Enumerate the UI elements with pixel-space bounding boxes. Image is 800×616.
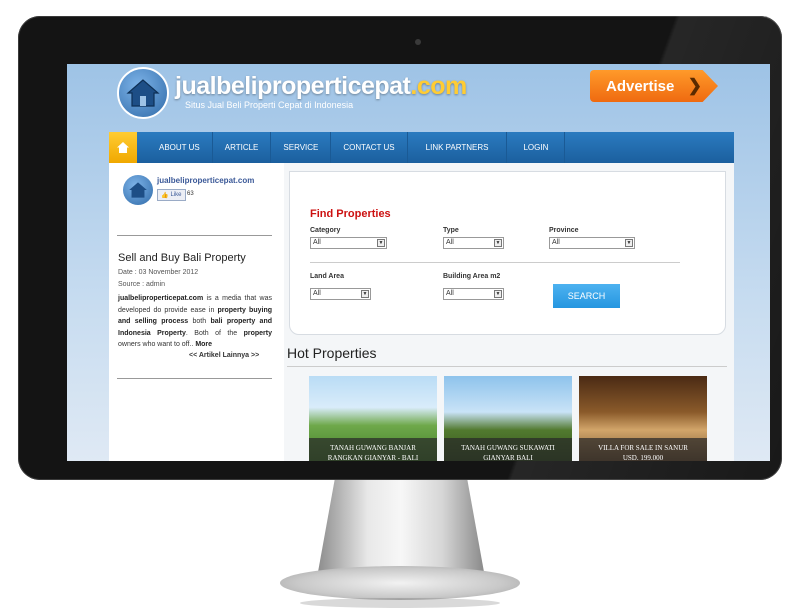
- post-excerpt: jualbeliproperticepat.com is a media tha…: [118, 295, 272, 348]
- nav-article[interactable]: ARTICLE: [213, 132, 272, 163]
- building-area-label: Building Area m2: [443, 273, 501, 280]
- type-label: Type: [443, 227, 459, 234]
- property-caption: TANAH GUWANG BANJAR RANGKAN GIANYAR - BA…: [309, 438, 437, 461]
- dropdown-arrow-icon: ▼: [377, 239, 385, 247]
- nav-login[interactable]: LOGIN: [507, 132, 566, 163]
- home-icon: [117, 142, 129, 153]
- divider: [117, 235, 272, 236]
- site-tagline: Situs Jual Beli Properti Cepat di Indone…: [185, 100, 354, 110]
- divider: [310, 262, 680, 263]
- webcam: [415, 39, 421, 45]
- divider: [117, 378, 272, 379]
- read-more-link[interactable]: More: [195, 341, 212, 348]
- post-title[interactable]: Sell and Buy Bali Property: [118, 252, 246, 264]
- post-source: Source : admin: [118, 281, 166, 288]
- nav-home[interactable]: [109, 132, 137, 163]
- main-navigation: ABOUT US ARTICLE SERVICE CONTACT US LINK…: [109, 132, 734, 163]
- dropdown-arrow-icon: ▼: [361, 290, 369, 298]
- thumbs-up-icon: 👍: [161, 192, 169, 199]
- category-label: Category: [310, 227, 341, 234]
- monitor-frame: jualbeliproperticepat.com Situs Jual Bel…: [18, 16, 782, 480]
- nav-contact-us[interactable]: CONTACT US: [331, 132, 408, 163]
- advertise-button[interactable]: Advertise ❯: [590, 70, 718, 102]
- property-card[interactable]: VILLA FOR SALE IN SANUR USD. 199.000: [579, 376, 707, 461]
- property-card[interactable]: TANAH GUWANG SUKAWATI GIANYAR BALI: [444, 376, 572, 461]
- post-date: Date : 03 November 2012: [118, 269, 199, 276]
- nav-about-us[interactable]: ABOUT US: [137, 132, 213, 163]
- main-content: jualbeliproperticepat.com 👍 Like 63 Sell…: [109, 163, 734, 461]
- province-label: Province: [549, 227, 579, 234]
- facebook-like-count: 63: [187, 191, 194, 197]
- house-icon: [126, 79, 160, 107]
- other-articles-link[interactable]: << Artikel Lainnya >>: [189, 352, 259, 359]
- nav-link-partners[interactable]: LINK PARTNERS: [408, 132, 508, 163]
- monitor-base: [280, 566, 520, 600]
- arrow-right-icon: ❯: [687, 76, 702, 95]
- browser-screen: jualbeliproperticepat.com Situs Jual Bel…: [67, 64, 770, 461]
- dropdown-arrow-icon: ▼: [494, 239, 502, 247]
- land-area-label: Land Area: [310, 273, 344, 280]
- site-logo[interactable]: [117, 67, 169, 119]
- type-select[interactable]: All ▼: [443, 237, 504, 249]
- house-icon: [129, 182, 147, 198]
- find-properties-title: Find Properties: [310, 208, 391, 220]
- facebook-page-name[interactable]: jualbeliproperticepat.com: [157, 176, 254, 185]
- find-properties-panel: Find Properties Category All ▼ Type All ▼ …: [289, 171, 726, 335]
- monitor-stand: [318, 480, 484, 572]
- property-caption: VILLA FOR SALE IN SANUR USD. 199.000: [579, 438, 707, 461]
- dropdown-arrow-icon: ▼: [494, 290, 502, 298]
- site-name[interactable]: jualbeliproperticepat.com: [175, 72, 467, 101]
- left-sidebar: jualbeliproperticepat.com 👍 Like 63 Sell…: [109, 163, 284, 461]
- hot-properties-title: Hot Properties: [287, 345, 377, 361]
- nav-service[interactable]: SERVICE: [271, 132, 332, 163]
- divider: [287, 366, 727, 367]
- search-button[interactable]: SEARCH: [553, 284, 620, 308]
- facebook-page-avatar[interactable]: [123, 175, 153, 205]
- land-area-select[interactable]: All ▼: [310, 288, 371, 300]
- province-select[interactable]: All ▼: [549, 237, 635, 249]
- building-area-select[interactable]: All ▼: [443, 288, 504, 300]
- property-card[interactable]: TANAH GUWANG BANJAR RANGKAN GIANYAR - BA…: [309, 376, 437, 461]
- category-select[interactable]: All ▼: [310, 237, 387, 249]
- dropdown-arrow-icon: ▼: [625, 239, 633, 247]
- facebook-like-button[interactable]: 👍 Like: [157, 189, 186, 201]
- property-caption: TANAH GUWANG SUKAWATI GIANYAR BALI: [444, 438, 572, 461]
